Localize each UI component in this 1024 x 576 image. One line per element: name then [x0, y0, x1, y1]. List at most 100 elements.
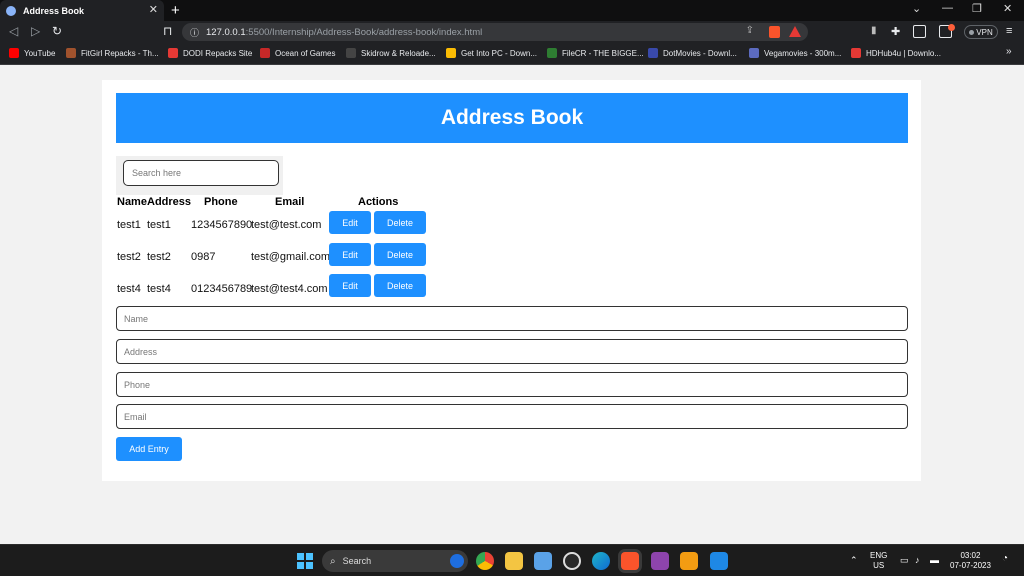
- notification-icon[interactable]: ◔: [1002, 554, 1008, 564]
- brave-rewards-icon[interactable]: [789, 26, 801, 37]
- clock[interactable]: 03:02 07-07-2023: [950, 551, 991, 571]
- fitgirl-icon: [66, 48, 76, 58]
- cell-email: test@test.com: [251, 219, 322, 231]
- name-field[interactable]: Name: [116, 306, 908, 331]
- bookmark-item[interactable]: Ocean of Games: [260, 48, 335, 58]
- tab-search-icon[interactable]: ⌄: [912, 2, 921, 15]
- bookmark-item[interactable]: Skidrow & Reloade...: [346, 48, 436, 58]
- email-field[interactable]: Email: [116, 404, 908, 429]
- vpn-button[interactable]: VPN: [964, 25, 998, 39]
- bookmark-label: DODI Repacks Site: [183, 48, 253, 58]
- bookmark-label: FitGirl Repacks - Th...: [81, 48, 159, 58]
- column-header-address: Address: [147, 196, 192, 208]
- page-viewport: Address Book Search here Name Address Ph…: [0, 65, 1024, 544]
- bookmark-label: HDHub4u | Downlo...: [866, 48, 941, 58]
- bookmark-label: FileCR - THE BIGGE...: [562, 48, 644, 58]
- language-label: ENG: [870, 551, 888, 560]
- bookmark-item[interactable]: FileCR - THE BIGGE...: [547, 48, 644, 58]
- app-icon[interactable]: [651, 552, 669, 570]
- cell-phone: 0987: [191, 251, 216, 263]
- bing-icon: [450, 554, 464, 568]
- vscode-icon[interactable]: [710, 552, 728, 570]
- dodi-icon: [168, 48, 178, 58]
- store-icon[interactable]: [534, 552, 552, 570]
- sidebar-icon[interactable]: [913, 25, 926, 38]
- bookmark-label: Skidrow & Reloade...: [361, 48, 436, 58]
- cell-email: test@test4.com: [251, 283, 328, 295]
- edit-button[interactable]: Edit: [329, 211, 371, 234]
- bookmark-item[interactable]: DotMovies - Downl...: [648, 48, 737, 58]
- windows-start-icon[interactable]: [297, 553, 313, 569]
- bookmark-item[interactable]: FitGirl Repacks - Th...: [66, 48, 159, 58]
- bookmark-label: Ocean of Games: [275, 48, 336, 58]
- language-indicator[interactable]: ENG US: [870, 551, 887, 571]
- browser-tab-address-book[interactable]: Address Book ✕: [0, 0, 164, 21]
- address-bar[interactable]: ⓘ 127.0.0.1:5500/Internship/Address-Book…: [182, 23, 808, 41]
- tray-overflow-icon[interactable]: ⌃: [850, 555, 858, 565]
- clock-time: 03:02: [960, 551, 981, 560]
- wallet-icon[interactable]: ▮: [871, 25, 884, 38]
- back-icon[interactable]: ◁: [9, 24, 18, 38]
- minimize-icon[interactable]: —: [942, 2, 953, 14]
- delete-button[interactable]: Delete: [374, 211, 426, 234]
- address-book-container: Address Book Search here Name Address Ph…: [102, 80, 921, 481]
- cell-name: test4: [117, 283, 141, 295]
- tab-close-icon[interactable]: ✕: [149, 3, 158, 16]
- globe-icon: [6, 5, 16, 16]
- media-player-icon[interactable]: [563, 552, 581, 570]
- brave-shields-icon[interactable]: [769, 26, 780, 38]
- bookmarks-overflow-button[interactable]: »: [1006, 46, 1012, 57]
- notification-dot: [948, 24, 955, 31]
- phone-field[interactable]: Phone: [116, 372, 908, 397]
- column-header-email: Email: [275, 196, 305, 208]
- bookmarks-bar: YouTube FitGirl Repacks - Th... DODI Rep…: [0, 43, 1024, 65]
- bookmark-item[interactable]: YouTube: [9, 48, 55, 58]
- brave-icon[interactable]: [621, 552, 639, 570]
- edit-button[interactable]: Edit: [329, 274, 371, 297]
- taskbar: ⌕ Search ⌃ ENG US ▭ ♪ ▬ 03:02 07-07-2023…: [0, 544, 1024, 576]
- browser-toolbar: ◁ ▷ ↻ ⊓ ⓘ 127.0.0.1:5500/Internship/Addr…: [0, 21, 1024, 43]
- edge-icon[interactable]: [592, 552, 610, 570]
- reload-icon[interactable]: ↻: [52, 24, 62, 38]
- bookmark-item[interactable]: HDHub4u | Downlo...: [851, 48, 941, 58]
- bookmark-label: YouTube: [24, 48, 56, 58]
- file-explorer-icon[interactable]: [505, 552, 523, 570]
- cell-phone: 1234567890: [191, 219, 253, 231]
- add-entry-button[interactable]: Add Entry: [116, 437, 182, 461]
- bookmark-item[interactable]: DODI Repacks Site: [168, 48, 252, 58]
- new-tab-button[interactable]: +: [171, 3, 180, 18]
- delete-button[interactable]: Delete: [374, 274, 426, 297]
- bookmark-item[interactable]: Vegamovies - 300m...: [749, 48, 841, 58]
- site-info-icon[interactable]: ⓘ: [190, 26, 199, 39]
- cell-email: test@gmail.com: [251, 251, 331, 263]
- battery-icon[interactable]: ▬: [930, 555, 939, 565]
- browser-tab-strip: Address Book ✕ + ⌄ — ❐ ✕: [0, 0, 1024, 21]
- url-text: 127.0.0.1:5500/Internship/Address-Book/a…: [206, 26, 483, 38]
- cell-name: test2: [117, 251, 141, 263]
- column-header-phone: Phone: [204, 196, 238, 208]
- vegamovies-icon: [749, 48, 759, 58]
- forward-icon[interactable]: ▷: [31, 24, 40, 38]
- menu-icon[interactable]: ≡: [1006, 25, 1019, 38]
- cell-name: test1: [117, 219, 141, 231]
- taskbar-search[interactable]: ⌕ Search: [322, 550, 468, 572]
- restore-icon[interactable]: ❐: [972, 2, 982, 15]
- search-input[interactable]: Search here: [123, 160, 279, 186]
- share-icon[interactable]: ⇪: [746, 25, 754, 36]
- bookmark-label: Get Into PC - Down...: [461, 48, 538, 58]
- bookmark-item[interactable]: Get Into PC - Down...: [446, 48, 537, 58]
- xampp-icon[interactable]: [680, 552, 698, 570]
- extensions-icon[interactable]: ✚: [891, 25, 904, 38]
- address-field[interactable]: Address: [116, 339, 908, 364]
- volume-icon[interactable]: ♪: [915, 555, 920, 565]
- window-close-icon[interactable]: ✕: [1003, 2, 1012, 15]
- search-container: Search here: [116, 156, 283, 195]
- tab-title: Address Book: [23, 5, 85, 16]
- vpn-label: VPN: [976, 27, 993, 37]
- bookmark-page-icon[interactable]: ⊓: [163, 24, 172, 38]
- edit-button[interactable]: Edit: [329, 243, 371, 266]
- taskbar-search-label: Search: [342, 556, 372, 566]
- network-icon[interactable]: ▭: [900, 555, 909, 565]
- delete-button[interactable]: Delete: [374, 243, 426, 266]
- chrome-icon[interactable]: [476, 552, 494, 570]
